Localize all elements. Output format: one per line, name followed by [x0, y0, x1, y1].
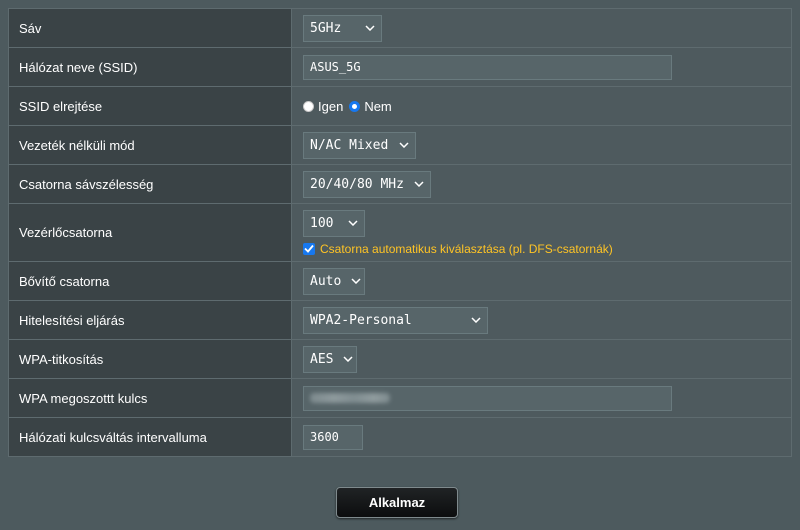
- row-channel-bandwidth: Csatorna sávszélesség 20/40/80 MHz: [8, 164, 792, 204]
- chevron-down-icon: [355, 23, 375, 33]
- wpa-encryption-label: WPA-titkosítás: [8, 339, 292, 379]
- wpa-key-label: WPA megoszottt kulcs: [8, 378, 292, 418]
- extension-channel-value: Auto: [310, 273, 342, 289]
- chevron-down-icon: [404, 179, 424, 189]
- row-control-channel: Vezérlőcsatorna 100 Csatorna automatikus…: [8, 203, 792, 262]
- wpa-encryption-select[interactable]: AES: [303, 345, 357, 373]
- extension-channel-select[interactable]: Auto: [303, 267, 365, 295]
- hide-ssid-no-label: Nem: [364, 98, 392, 114]
- key-rotation-input[interactable]: 3600: [303, 424, 363, 450]
- auto-channel-option: Csatorna automatikus kiválasztása (pl. D…: [303, 242, 791, 256]
- row-ssid: Hálózat neve (SSID) ASUS_5G: [8, 47, 792, 87]
- control-channel-value: 100: [310, 215, 334, 231]
- channel-bandwidth-value: 20/40/80 MHz: [310, 176, 404, 192]
- chevron-down-icon: [389, 140, 409, 150]
- band-select[interactable]: 5GHz: [303, 14, 382, 42]
- hide-ssid-yes-label: Igen: [318, 98, 344, 114]
- control-channel-select[interactable]: 100: [303, 209, 365, 237]
- auto-channel-checkbox[interactable]: [303, 242, 315, 255]
- row-key-rotation: Hálózati kulcsváltás intervalluma 3600: [8, 417, 792, 457]
- wireless-mode-label: Vezeték nélküli mód: [8, 125, 292, 165]
- channel-bandwidth-select[interactable]: 20/40/80 MHz: [303, 170, 431, 198]
- extension-channel-label: Bővítő csatorna: [8, 261, 292, 301]
- wireless-mode-select[interactable]: N/AC Mixed: [303, 131, 416, 159]
- auth-method-value: WPA2-Personal: [310, 312, 412, 328]
- settings-table: Sáv 5GHz Hálózat neve (SSID) ASUS_5G SSI…: [8, 8, 792, 457]
- auth-method-select[interactable]: WPA2-Personal: [303, 306, 488, 334]
- chevron-down-icon: [338, 218, 358, 228]
- hide-ssid-no-radio[interactable]: [349, 100, 361, 112]
- row-extension-channel: Bővítő csatorna Auto: [8, 261, 792, 301]
- key-rotation-label: Hálózati kulcsváltás intervalluma: [8, 417, 292, 457]
- ssid-label: Hálózat neve (SSID): [8, 47, 292, 87]
- wpa-key-input[interactable]: [303, 385, 672, 411]
- control-channel-label: Vezérlőcsatorna: [8, 203, 292, 262]
- chevron-down-icon: [341, 276, 361, 286]
- row-hide-ssid: SSID elrejtése Igen Nem: [8, 86, 792, 126]
- chevron-down-icon: [333, 354, 354, 364]
- row-band: Sáv 5GHz: [8, 8, 792, 48]
- row-wireless-mode: Vezeték nélküli mód N/AC Mixed: [8, 125, 792, 165]
- apply-button[interactable]: Alkalmaz: [336, 487, 458, 518]
- row-auth-method: Hitelesítési eljárás WPA2-Personal: [8, 300, 792, 340]
- ssid-input[interactable]: ASUS_5G: [303, 54, 672, 80]
- wireless-settings-panel: Sáv 5GHz Hálózat neve (SSID) ASUS_5G SSI…: [0, 0, 800, 530]
- hide-ssid-yes-radio[interactable]: [303, 100, 314, 112]
- checkmark-icon: [304, 244, 314, 253]
- hide-ssid-radio-group: Igen Nem: [303, 99, 791, 114]
- hide-ssid-label: SSID elrejtése: [8, 86, 292, 126]
- channel-bandwidth-label: Csatorna sávszélesség: [8, 164, 292, 204]
- wpa-encryption-value: AES: [310, 351, 334, 367]
- row-wpa-key: WPA megoszottt kulcs: [8, 378, 792, 418]
- row-wpa-encryption: WPA-titkosítás AES: [8, 339, 792, 379]
- obscured-key-value: [310, 393, 390, 403]
- band-select-value: 5GHz: [310, 20, 342, 36]
- wireless-mode-value: N/AC Mixed: [310, 137, 389, 153]
- band-label: Sáv: [8, 8, 292, 48]
- auth-method-label: Hitelesítési eljárás: [8, 300, 292, 340]
- chevron-down-icon: [461, 315, 481, 325]
- auto-channel-checkbox-label: Csatorna automatikus kiválasztása (pl. D…: [320, 241, 613, 256]
